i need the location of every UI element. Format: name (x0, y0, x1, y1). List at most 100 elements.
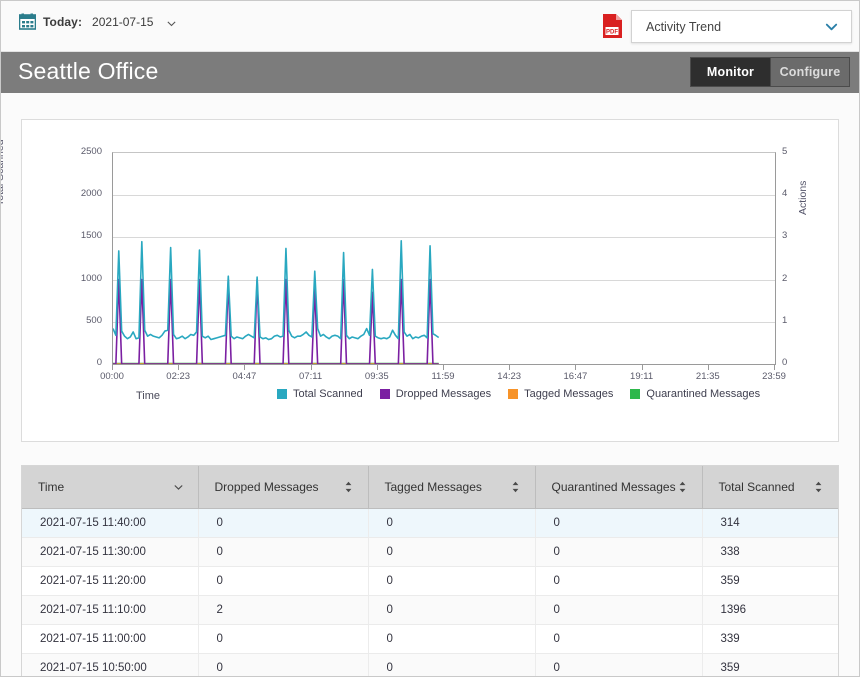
chart-y-tick-label: 0 (96, 357, 102, 368)
today-label: Today: (43, 14, 83, 29)
chart-y2-tick-label: 5 (782, 146, 788, 157)
chart-x-tick-label: 16:47 (563, 371, 588, 382)
chevron-down-icon[interactable] (166, 16, 177, 27)
report-select[interactable]: Activity Trend (631, 10, 852, 43)
table-cell-quarantined-messages: 0 (535, 653, 703, 676)
table-cell-time: 2021-07-15 11:10:00 (22, 595, 199, 625)
table-cell-quarantined-messages: 0 (535, 537, 703, 567)
chevron-down-icon[interactable] (173, 480, 184, 493)
table-cell-total-scanned: 359 (702, 653, 838, 676)
chart-y-tick-label: 2500 (80, 146, 102, 157)
chart-y2-tick-label: 0 (782, 357, 788, 368)
report-page: Today: 2021-07-15 PDF Activity Trend Sea… (0, 0, 860, 677)
chart-x-tick-label: 02:23 (166, 371, 191, 382)
sort-both-icon[interactable] (343, 480, 354, 493)
chart-x-tick (112, 365, 113, 370)
chart-y2-tick-label: 3 (782, 230, 788, 242)
table-cell-dropped-messages: 2 (198, 595, 369, 625)
table-cell-quarantined-messages: 0 (535, 595, 703, 625)
chart-x-tick-label: 21:35 (695, 371, 720, 382)
table-cell-dropped-messages: 0 (198, 508, 369, 538)
table-cell-total-scanned: 338 (702, 537, 838, 567)
table-cell-time: 2021-07-15 11:00:00 (22, 624, 199, 654)
legend-item-dropped-messages[interactable]: Dropped Messages (379, 388, 492, 400)
table-header-tagged-messages[interactable]: Tagged Messages (368, 466, 536, 509)
report-select-value: Activity Trend (646, 19, 722, 34)
table-header-label: Tagged Messages (384, 479, 482, 494)
chart-series-line (113, 241, 439, 340)
table-row[interactable]: 2021-07-15 11:20:00 0 0 0 359 (22, 566, 838, 596)
activity-trend-chart-panel: Total Scanned 0 500 1000 1500 2000 2500 01234… (1, 119, 839, 442)
legend-item-total-scanned[interactable]: Total Scanned (277, 388, 363, 400)
table-cell-total-scanned: 359 (702, 566, 838, 596)
chart-x-tick (443, 365, 444, 370)
table-cell-tagged-messages: 0 (368, 537, 536, 567)
legend-swatch-icon (277, 389, 287, 399)
chart-x-tick-label: 14:23 (497, 371, 522, 382)
sort-both-icon[interactable] (510, 480, 521, 493)
activity-table: Time Dropped Messages Tagged Messages Quara… (21, 465, 839, 676)
view-tabs: Monitor Configure (690, 57, 850, 87)
legend-item-tagged-messages[interactable]: Tagged Messages (508, 388, 613, 400)
legend-item-quarantined-messages[interactable]: Quarantined Messages (630, 388, 760, 400)
table-cell-time: 2021-07-15 11:40:00 (22, 508, 199, 538)
tab-configure[interactable]: Configure (770, 58, 849, 86)
chart-y2-tick-label: 2 (782, 272, 788, 284)
chart-x-tick-label: 09:35 (364, 371, 389, 382)
table-cell-dropped-messages: 0 (198, 566, 369, 596)
legend-label: Total Scanned (293, 388, 363, 400)
chart-x-tick-label: 19:11 (630, 371, 654, 382)
chart-x-tick-label: 23:59 (762, 371, 786, 382)
chart-x-tick-label: 04:47 (232, 371, 257, 382)
table-row[interactable]: 2021-07-15 10:50:00 0 0 0 359 (22, 653, 838, 676)
chart-x-tick (774, 365, 775, 370)
table-row[interactable]: 2021-07-15 11:30:00 0 0 0 338 (22, 537, 838, 567)
table-header-dropped-messages[interactable]: Dropped Messages (198, 466, 369, 509)
table-cell-quarantined-messages: 0 (535, 566, 703, 596)
date-picker[interactable]: Today: 2021-07-15 (19, 13, 177, 30)
table-header-time[interactable]: Time (22, 466, 199, 509)
page-header-band: Seattle Office Monitor Configure (1, 52, 859, 93)
table-row[interactable]: 2021-07-15 11:10:00 2 0 0 1396 (22, 595, 838, 625)
top-toolbar: Today: 2021-07-15 PDF Activity Trend (1, 1, 859, 52)
chart-x-tick (575, 365, 577, 370)
table-cell-tagged-messages: 0 (368, 624, 536, 654)
table-cell-tagged-messages: 0 (368, 595, 536, 625)
table-header-total-scanned[interactable]: Total Scanned (702, 466, 838, 509)
chart-series-canvas (113, 153, 775, 364)
table-body: 2021-07-15 11:40:00 0 0 0 314 2021-07-15 11:3… (22, 508, 838, 676)
table-cell-quarantined-messages: 0 (535, 508, 703, 538)
chart-legend: Total Scanned Dropped Messages Tagged Mess… (277, 388, 760, 400)
chart-x-tick (244, 365, 246, 370)
table-row[interactable]: 2021-07-15 11:40:00 0 0 0 314 (22, 508, 838, 538)
calendar-icon (19, 13, 36, 30)
tab-monitor[interactable]: Monitor (691, 58, 770, 86)
table-header-label: Dropped Messages (214, 479, 319, 494)
table-cell-total-scanned: 314 (702, 508, 838, 538)
table-cell-total-scanned: 1396 (702, 595, 838, 625)
chart-x-tick (509, 365, 511, 370)
table-header-label: Quarantined Messages (551, 479, 676, 494)
chart-y-tick-label: 1000 (80, 272, 102, 284)
table-cell-total-scanned: 339 (702, 624, 838, 654)
legend-swatch-icon (630, 389, 641, 399)
table-cell-time: 2021-07-15 10:50:00 (22, 653, 199, 676)
table-header-quarantined-messages[interactable]: Quarantined Messages (535, 466, 703, 509)
page-title: Seattle Office (18, 58, 159, 84)
sort-both-icon[interactable] (677, 480, 688, 493)
chart-y2-tick-label: 1 (782, 314, 788, 326)
chart-x-tick (178, 365, 180, 370)
chart-y-axis-title: Total Scanned (0, 139, 6, 206)
sort-both-icon[interactable] (813, 480, 824, 493)
chart-y-tick-label: 500 (86, 314, 102, 326)
table-row[interactable]: 2021-07-15 11:00:00 0 0 0 339 (22, 624, 838, 654)
chart-y-tick-label: 2000 (80, 188, 102, 200)
table-cell-tagged-messages: 0 (368, 566, 536, 596)
chevron-down-icon[interactable] (824, 19, 839, 34)
legend-swatch-icon (508, 389, 519, 399)
chart-y-tick-label: 1500 (80, 230, 102, 242)
legend-label: Dropped Messages (395, 388, 492, 400)
table-cell-dropped-messages: 0 (198, 624, 369, 654)
table-cell-dropped-messages: 0 (198, 653, 369, 676)
pdf-export-icon[interactable]: PDF (602, 13, 624, 39)
